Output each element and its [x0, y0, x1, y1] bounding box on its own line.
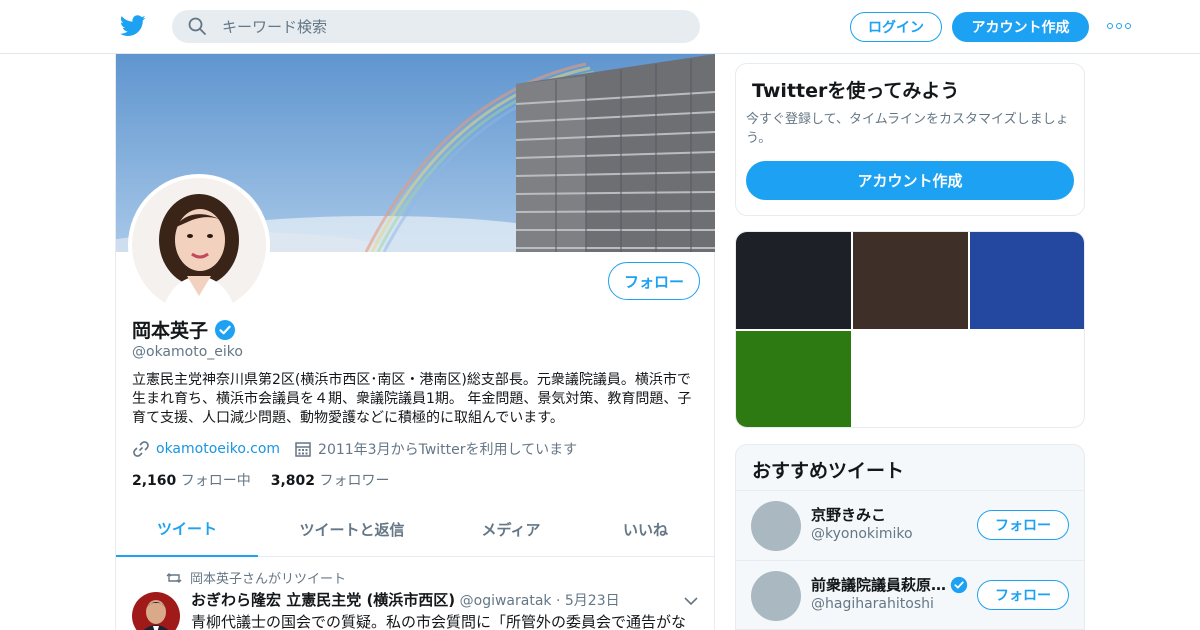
- tweet-separator: ·: [555, 593, 561, 609]
- profile-name: 岡本英子: [132, 320, 209, 342]
- recommended-account-item[interactable]: 前衆議院議員萩原… @hagiharahitoshi フォロー: [736, 560, 1084, 629]
- profile-website-link[interactable]: okamotoeiko.com: [156, 441, 280, 457]
- profile-avatar[interactable]: [128, 174, 270, 316]
- recommended-account-handle: @kyonokimiko: [811, 526, 913, 542]
- tweet-text: 青柳代議士の国会での質疑。私の市会質問に「所管外の委員会で通告がな: [191, 613, 687, 630]
- tab-media[interactable]: メディア: [446, 502, 576, 557]
- recommended-follow-button[interactable]: フォロー: [977, 510, 1069, 540]
- media-thumbnail[interactable]: [736, 232, 851, 329]
- tweet-date[interactable]: 5月23日: [565, 593, 620, 609]
- calendar-icon: [295, 442, 311, 457]
- tab-tweets-and-replies[interactable]: ツイートと返信: [258, 502, 446, 557]
- recommended-accounts-card: おすすめツイート 京野きみこ @kyonokimiko フォロー 前衆議院議員萩…: [735, 444, 1085, 630]
- profile-column: フォロー 岡本英子 @okamoto_eiko 立憲民主党神奈川県第2区(横浜市…: [115, 54, 715, 630]
- recommended-account-item[interactable]: 京野きみこ @kyonokimiko フォロー: [736, 490, 1084, 560]
- recommended-title: おすすめツイート: [752, 460, 905, 482]
- tab-likes[interactable]: いいね: [576, 502, 715, 557]
- tweet-header: おぎわら隆宏 立憲民主党 (横浜市西区) @ogiwaratak · 5月23日: [191, 589, 620, 610]
- signup-promo-card: Twitterを使ってみよう 今すぐ登録して、タイムラインをカスタマイズしましょ…: [735, 63, 1085, 216]
- login-button[interactable]: ログイン: [850, 12, 942, 42]
- recommended-follow-button[interactable]: フォロー: [977, 580, 1069, 610]
- tweet-author-handle[interactable]: @ogiwaratak: [460, 593, 552, 609]
- avatar[interactable]: [751, 571, 801, 621]
- media-thumbnail[interactable]: [853, 232, 968, 329]
- verified-badge-icon: [950, 576, 968, 593]
- media-gallery-card: [735, 231, 1085, 428]
- retweet-icon: [166, 572, 182, 583]
- followers-count: 3,802: [270, 473, 316, 489]
- tweet-item[interactable]: 岡本英子さんがリツイート おぎわら隆宏 立憲民主党 (横浜市西区) @ogiwa…: [116, 558, 715, 630]
- profile-handle: @okamoto_eiko: [132, 344, 243, 360]
- profile-bio: 立憲民主党神奈川県第2区(横浜市西区･南区・港南区)総支部長。元衆議院議員。横浜…: [132, 372, 692, 426]
- search-icon: [188, 17, 206, 35]
- twitter-bird-icon[interactable]: [120, 14, 146, 38]
- tweet-author-name[interactable]: おぎわら隆宏 立憲民主党 (横浜市西区): [191, 591, 455, 609]
- followers-label: フォロワー: [319, 473, 390, 489]
- media-thumbnail[interactable]: [970, 232, 1084, 329]
- recommended-account-handle: @hagiharahitoshi: [811, 596, 934, 612]
- profile-name-row: 岡本英子: [132, 316, 236, 343]
- recommended-account-name[interactable]: 京野きみこ: [811, 504, 886, 525]
- retweet-context: 岡本英子さんがリツイート: [166, 568, 346, 587]
- signup-promo-description: 今すぐ登録して、タイムラインをカスタマイズしましょう。: [746, 112, 1069, 146]
- followers-stat[interactable]: 3,802 フォロワー: [271, 470, 390, 490]
- verified-badge-icon: [215, 319, 236, 340]
- tab-tweets[interactable]: ツイート: [116, 502, 258, 557]
- link-icon: [133, 441, 149, 457]
- signup-button[interactable]: アカウント作成: [952, 12, 1089, 42]
- tweet-author-avatar[interactable]: [132, 592, 180, 630]
- profile-joined-date: 2011年3月からTwitterを利用しています: [318, 442, 578, 458]
- signup-promo-button[interactable]: アカウント作成: [746, 161, 1074, 200]
- profile-meta: okamotoeiko.com 2011年3月からTwitterを利用しています: [132, 439, 577, 459]
- following-stat[interactable]: 2,160 フォロー中: [132, 470, 251, 490]
- follow-button[interactable]: フォロー: [608, 262, 700, 300]
- media-thumbnail[interactable]: [736, 331, 851, 427]
- retweeted-by-text[interactable]: 岡本英子さんがリツイート: [190, 568, 346, 587]
- profile-stats: 2,160 フォロー中 3,802 フォロワー: [132, 470, 390, 490]
- following-label: フォロー中: [180, 473, 251, 489]
- chevron-down-icon[interactable]: [684, 596, 698, 606]
- profile-tabs: ツイート ツイートと返信 メディア いいね: [116, 502, 715, 557]
- top-navigation-bar: ログイン アカウント作成: [0, 0, 1200, 54]
- more-options-icon[interactable]: [1106, 18, 1132, 34]
- following-count: 2,160: [132, 473, 177, 489]
- search-input[interactable]: [222, 15, 682, 39]
- search-box[interactable]: [172, 10, 700, 43]
- avatar[interactable]: [751, 501, 801, 551]
- signup-promo-title: Twitterを使ってみよう: [752, 80, 960, 102]
- recommended-account-name[interactable]: 前衆議院議員萩原…: [811, 574, 968, 595]
